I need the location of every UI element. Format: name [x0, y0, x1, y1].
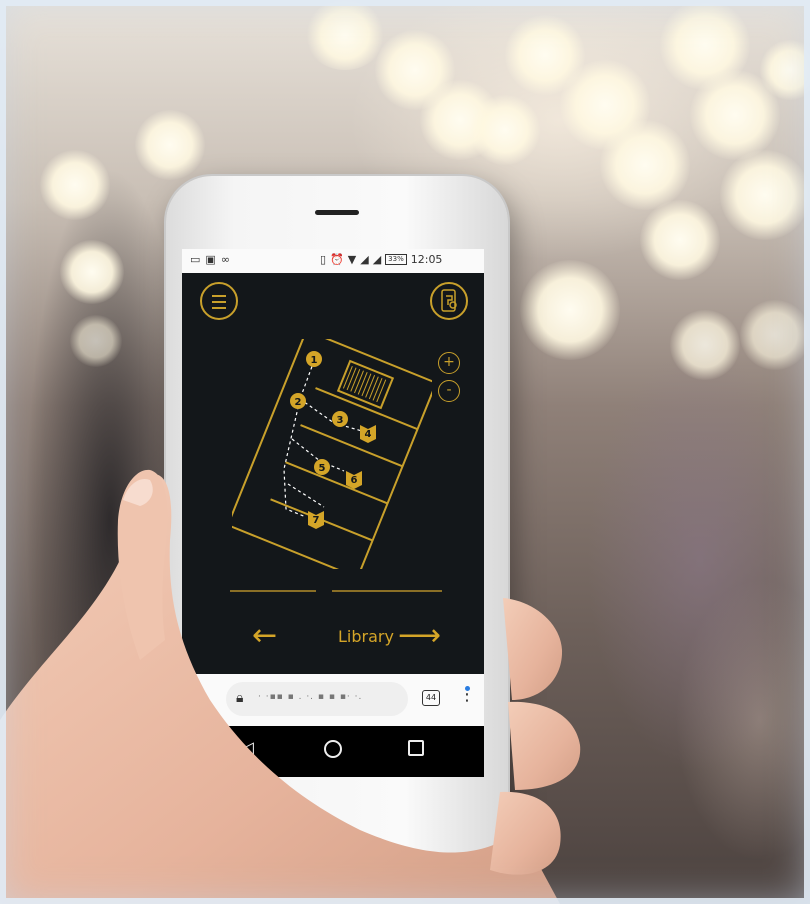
zoom-out-button[interactable]: -	[438, 380, 460, 402]
address-bar[interactable]: 🔒︎ · ·▪▪ ▪ . ·. ▪ ▪ ▪· ·.	[226, 682, 408, 716]
building-outline	[232, 339, 432, 569]
nav-back-button[interactable]: ◁	[240, 738, 254, 759]
infinity-icon: ∞	[220, 253, 230, 266]
waypoint-marker[interactable]: 2	[290, 393, 306, 409]
bokeh-light	[70, 315, 122, 367]
waypoint-number: 3	[337, 415, 344, 426]
zoom-in-button[interactable]: +	[438, 352, 460, 374]
nav-home-button[interactable]	[324, 740, 342, 758]
bokeh-light	[60, 240, 124, 304]
waypoint-marker[interactable]: 1	[306, 351, 322, 367]
hamburger-icon	[212, 295, 226, 297]
bokeh-light	[520, 260, 620, 360]
lock-icon: 🔒︎	[236, 690, 244, 706]
waypoint-number: 7	[313, 515, 320, 526]
waypoint-number: 2	[295, 397, 302, 408]
bokeh-light	[40, 150, 110, 220]
waypoint-number: 1	[311, 355, 318, 366]
divider-left	[230, 590, 316, 592]
browser-toolbar: ⌂ 🔒︎ · ·▪▪ ▪ . ·. ▪ ▪ ▪· ·. 44 ⋮	[182, 674, 484, 726]
address-text: · ·▪▪ ▪ . ·. ▪ ▪ ▪· ·.	[258, 692, 363, 702]
signal-icon: ◢	[372, 253, 382, 266]
book-marker[interactable]: 6	[346, 471, 362, 489]
bokeh-light	[670, 310, 740, 380]
signal-icon: ◢	[360, 253, 369, 266]
phone-speaker	[315, 210, 359, 215]
bokeh-light	[740, 300, 810, 370]
alarm-icon: ⏰	[330, 253, 344, 266]
home-icon[interactable]: ⌂	[194, 690, 205, 710]
android-nav-bar: ◁	[182, 726, 484, 777]
waypoint-number: 6	[351, 475, 358, 486]
status-bar: ▭ ▣ ∞ ▯ ⏰ ▼ ◢ ◢ 33% 12:05	[182, 249, 484, 273]
wifi-icon: ▼	[347, 253, 357, 266]
divider-right	[332, 590, 442, 592]
nav-recents-button[interactable]	[408, 740, 424, 756]
cast-icon: ▭	[190, 253, 201, 266]
hamburger-icon	[212, 307, 226, 309]
next-destination-label: Library	[338, 626, 394, 646]
waypoint-number: 4	[365, 429, 372, 440]
waypoint-number: 5	[319, 463, 326, 474]
smartphone: ▭ ▣ ∞ ▯ ⏰ ▼ ◢ ◢ 33% 12:05 + - 1 2 3 4 5 …	[166, 176, 508, 858]
battery-indicator: 33%	[385, 254, 407, 265]
book-marker[interactable]: 4	[360, 425, 376, 443]
status-time: 12:05	[410, 253, 443, 266]
waypoint-marker[interactable]: 3	[332, 411, 348, 427]
tab-switcher-button[interactable]: 44	[422, 690, 440, 706]
back-arrow-button[interactable]: ←	[252, 621, 277, 651]
bokeh-light	[720, 150, 810, 240]
update-badge	[465, 686, 470, 691]
directions-button[interactable]	[430, 282, 468, 320]
menu-button[interactable]	[200, 282, 238, 320]
hamburger-icon	[212, 301, 226, 303]
bokeh-light	[600, 120, 690, 210]
next-destination-button[interactable]: Library ⟶	[338, 618, 441, 653]
bokeh-light	[305, 0, 385, 70]
book-marker[interactable]: 7	[308, 511, 324, 529]
phone-screen: ▭ ▣ ∞ ▯ ⏰ ▼ ◢ ◢ 33% 12:05 + - 1 2 3 4 5 …	[182, 249, 484, 777]
arrow-right-icon: ⟶	[397, 618, 441, 653]
bokeh-light	[640, 200, 720, 280]
vibrate-icon: ▯	[320, 253, 327, 266]
waypoint-marker[interactable]: 5	[314, 459, 330, 475]
status-icons-right: ▯ ⏰ ▼ ◢ ◢ 33% 12:05	[320, 253, 442, 266]
floor-map: 1 2 3 4 5 6 7	[232, 339, 432, 569]
directions-icon	[441, 289, 457, 312]
bokeh-light	[135, 110, 205, 180]
bokeh-light	[470, 95, 540, 165]
status-icons-left: ▭ ▣ ∞	[190, 253, 230, 266]
image-icon: ▣	[205, 253, 216, 266]
